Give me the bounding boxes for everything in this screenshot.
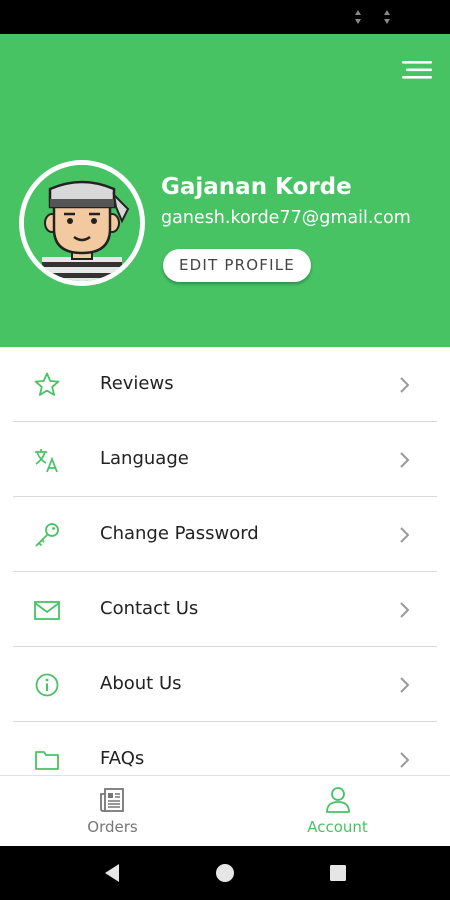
menu-item-reviews[interactable]: Reviews (13, 347, 437, 422)
system-nav-bar (0, 846, 450, 900)
user-email: ganesh.korde77@gmail.com (161, 208, 411, 228)
bottom-nav: Orders Account (0, 775, 450, 846)
chevron-right-icon (399, 751, 411, 769)
menu-item-label: FAQs (100, 748, 145, 769)
recents-icon[interactable] (327, 862, 349, 884)
account-menu-list: Reviews Language Change Password Contact… (0, 347, 450, 775)
chef-avatar-icon (24, 165, 140, 281)
avatar[interactable] (19, 160, 145, 286)
chevron-right-icon (399, 526, 411, 544)
star-icon (33, 371, 61, 399)
translate-icon (33, 446, 61, 474)
menu-item-about-us[interactable]: About Us (13, 647, 437, 722)
menu-item-language[interactable]: Language (13, 422, 437, 497)
chevron-right-icon (399, 601, 411, 619)
info-icon (33, 671, 61, 699)
edit-profile-button[interactable]: EDIT PROFILE (163, 249, 311, 282)
mail-icon (33, 596, 61, 624)
status-bar (0, 0, 450, 34)
back-icon[interactable] (101, 862, 123, 884)
orders-icon (98, 786, 128, 814)
key-icon (33, 521, 61, 549)
account-icon (323, 786, 353, 814)
menu-item-faqs[interactable]: FAQs (13, 722, 437, 775)
tab-label: Orders (87, 818, 138, 836)
menu-item-label: Change Password (100, 523, 259, 544)
chevron-right-icon (399, 451, 411, 469)
signal-icon (383, 9, 391, 25)
tab-orders[interactable]: Orders (0, 776, 225, 847)
folder-icon (33, 746, 61, 774)
tab-label: Account (307, 818, 368, 836)
user-name: Gajanan Korde (161, 174, 352, 200)
menu-item-change-password[interactable]: Change Password (13, 497, 437, 572)
profile-header: Gajanan Korde ganesh.korde77@gmail.com E… (0, 34, 450, 347)
chevron-right-icon (399, 376, 411, 394)
signal-icon (354, 9, 362, 25)
menu-item-label: Language (100, 448, 189, 469)
menu-item-label: Reviews (100, 373, 174, 394)
menu-item-label: Contact Us (100, 598, 199, 619)
menu-item-contact-us[interactable]: Contact Us (13, 572, 437, 647)
home-icon[interactable] (214, 862, 236, 884)
tab-account[interactable]: Account (225, 776, 450, 847)
hamburger-menu-icon[interactable] (400, 58, 434, 82)
menu-item-label: About Us (100, 673, 182, 694)
chevron-right-icon (399, 676, 411, 694)
